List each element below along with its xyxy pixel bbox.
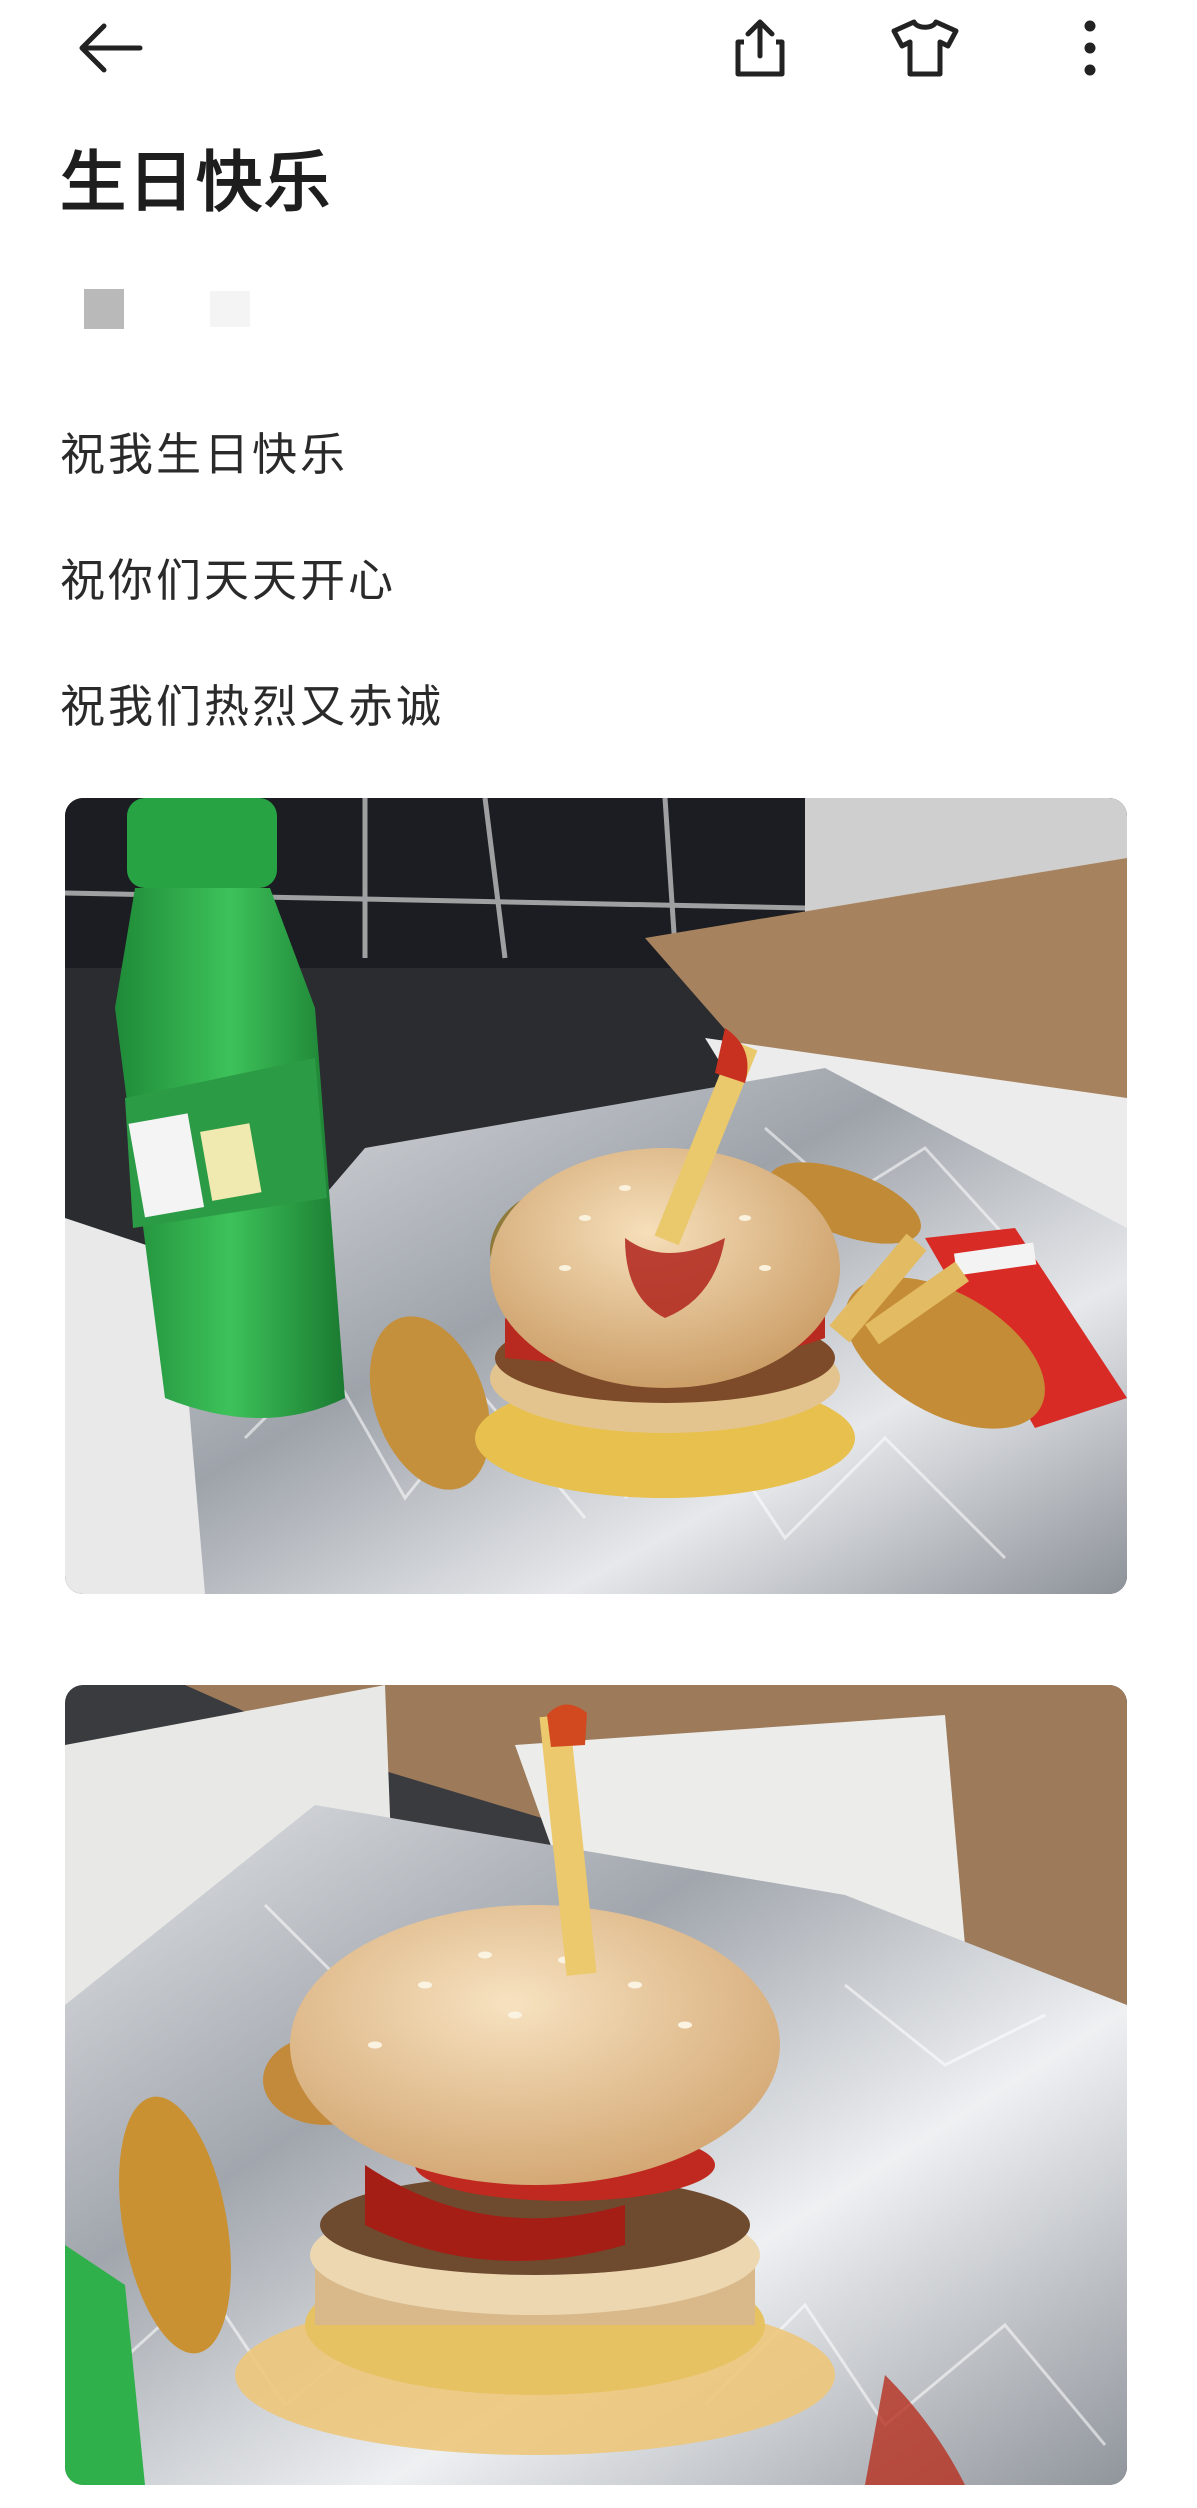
theme-button[interactable] <box>885 8 965 88</box>
tshirt-icon <box>891 19 959 77</box>
note-meta <box>80 287 280 333</box>
more-vertical-icon <box>1084 20 1096 76</box>
more-button[interactable] <box>1050 8 1130 88</box>
burger-with-sprite-photo[interactable] <box>65 798 1127 1594</box>
note-line[interactable]: 祝你们天天开心 <box>60 558 396 603</box>
note-line[interactable]: 祝我们热烈又赤诚 <box>60 684 444 729</box>
meta-redacted-block <box>210 291 250 327</box>
share-icon <box>735 19 785 77</box>
note-title[interactable]: 生日快乐 <box>60 150 332 216</box>
photo-illustration <box>65 1685 1127 2485</box>
note-line[interactable]: 祝我生日快乐 <box>60 432 348 477</box>
arrow-left-icon <box>79 23 143 73</box>
photo-illustration <box>65 798 1127 1594</box>
share-button[interactable] <box>720 8 800 88</box>
back-button[interactable] <box>70 8 150 88</box>
burger-closeup-photo[interactable] <box>65 1685 1127 2485</box>
meta-redacted-block <box>84 289 124 329</box>
top-toolbar <box>0 0 1197 100</box>
